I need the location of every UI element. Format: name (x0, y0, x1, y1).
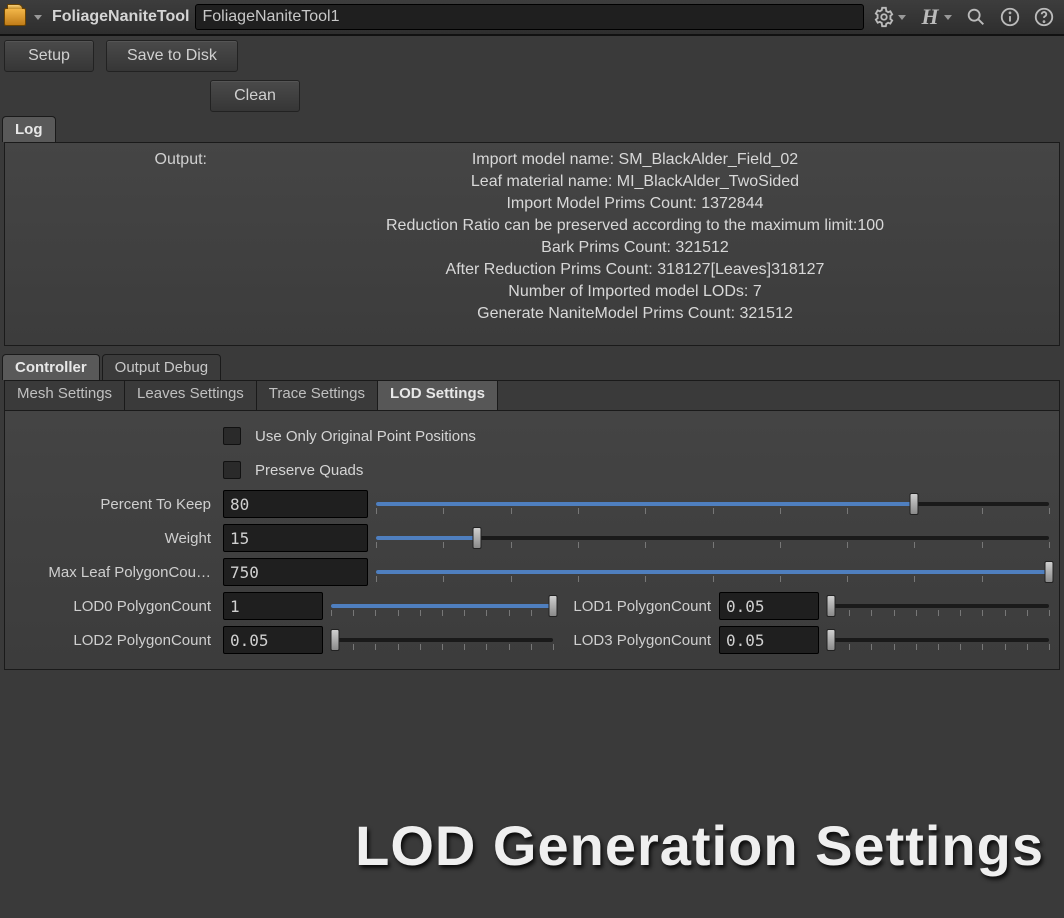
max-leaf-polycount-label: Max Leaf PolygonCou… (15, 564, 215, 581)
param-max-leaf-polycount: Max Leaf PolygonCou… (15, 555, 1049, 589)
lod2-polycount-label: LOD2 PolygonCount (15, 632, 215, 649)
tab-log[interactable]: Log (2, 116, 56, 142)
log-line: Number of Imported model LODs: 7 (215, 281, 1055, 303)
save-to-disk-button[interactable]: Save to Disk (106, 40, 238, 72)
controller-tab-strip: Controller Output Debug (0, 354, 1064, 380)
percent-to-keep-label: Percent To Keep (15, 496, 215, 513)
search-icon[interactable] (962, 3, 990, 31)
max-leaf-polycount-slider[interactable] (376, 558, 1049, 586)
lod3-polycount-slider[interactable] (827, 626, 1049, 654)
node-type-dropdown-icon[interactable] (34, 15, 42, 20)
use-only-original-label: Use Only Original Point Positions (255, 428, 476, 445)
weight-input[interactable] (223, 524, 368, 552)
lod1-polycount-label: LOD1 PolygonCount (561, 598, 711, 615)
help-icon[interactable] (1030, 3, 1058, 31)
lod0-polycount-input[interactable] (223, 592, 323, 620)
log-line: Import Model Prims Count: 1372844 (215, 193, 1055, 215)
setup-button[interactable]: Setup (4, 40, 94, 72)
tab-mesh-settings[interactable]: Mesh Settings (5, 381, 125, 410)
param-lod2-lod3: LOD2 PolygonCount LOD3 PolygonCount (15, 623, 1049, 657)
lod-settings-params: Use Only Original Point Positions Preser… (5, 411, 1059, 669)
log-line: Reduction Ratio can be preserved accordi… (215, 215, 1055, 237)
log-output-lines: Import model name: SM_BlackAlder_Field_0… (215, 149, 1055, 325)
weight-slider[interactable] (376, 524, 1049, 552)
gear-icon[interactable] (870, 3, 898, 31)
info-icon[interactable] (996, 3, 1024, 31)
settings-tab-strip: Mesh Settings Leaves Settings Trace Sett… (5, 381, 1059, 411)
log-panel: Output: Import model name: SM_BlackAlder… (4, 142, 1060, 346)
max-leaf-polycount-input[interactable] (223, 558, 368, 586)
clean-button[interactable]: Clean (210, 80, 300, 112)
param-use-only-original: Use Only Original Point Positions (15, 419, 1049, 453)
log-line: Leaf material name: MI_BlackAlder_TwoSid… (215, 171, 1055, 193)
toolbar-row-2: Clean (0, 76, 1064, 116)
tab-lod-settings[interactable]: LOD Settings (378, 381, 498, 410)
gear-dropdown-icon[interactable] (898, 15, 906, 20)
log-line: After Reduction Prims Count: 318127[Leav… (215, 259, 1055, 281)
lod3-polycount-label: LOD3 PolygonCount (561, 632, 711, 649)
tab-leaves-settings[interactable]: Leaves Settings (125, 381, 257, 410)
percent-to-keep-slider[interactable] (376, 490, 1049, 518)
node-type-label: FoliageNaniteTool (52, 8, 189, 26)
lod0-polycount-label: LOD0 PolygonCount (15, 598, 215, 615)
lod1-polycount-input[interactable] (719, 592, 819, 620)
log-output-label: Output: (9, 149, 209, 325)
lod1-polycount-slider[interactable] (827, 592, 1049, 620)
param-preserve-quads: Preserve Quads (15, 453, 1049, 487)
log-tab-strip: Log (0, 116, 1064, 142)
toolbar-row-1: Setup Save to Disk (0, 36, 1064, 76)
weight-label: Weight (15, 530, 215, 547)
param-weight: Weight (15, 521, 1049, 555)
h-dropdown-icon[interactable] (944, 15, 952, 20)
tab-controller[interactable]: Controller (2, 354, 100, 380)
log-line: Import model name: SM_BlackAlder_Field_0… (215, 149, 1055, 171)
lod2-polycount-input[interactable] (223, 626, 323, 654)
titlebar: FoliageNaniteTool H (0, 0, 1064, 36)
preserve-quads-label: Preserve Quads (255, 462, 363, 479)
percent-to-keep-input[interactable] (223, 490, 368, 518)
log-line: Generate NaniteModel Prims Count: 321512 (215, 303, 1055, 325)
houdini-h-icon[interactable]: H (916, 3, 944, 31)
node-type-icon[interactable] (4, 8, 26, 26)
node-name-input[interactable] (195, 4, 864, 30)
tab-trace-settings[interactable]: Trace Settings (257, 381, 378, 410)
preserve-quads-checkbox[interactable] (223, 461, 241, 479)
param-percent-to-keep: Percent To Keep (15, 487, 1049, 521)
controller-panel: Mesh Settings Leaves Settings Trace Sett… (4, 380, 1060, 670)
lod0-polycount-slider[interactable] (331, 592, 553, 620)
tab-output-debug[interactable]: Output Debug (102, 354, 221, 380)
use-only-original-checkbox[interactable] (223, 427, 241, 445)
page-heading: LOD Generation Settings (355, 813, 1044, 878)
log-line: Bark Prims Count: 321512 (215, 237, 1055, 259)
param-lod0-lod1: LOD0 PolygonCount LOD1 PolygonCount (15, 589, 1049, 623)
lod2-polycount-slider[interactable] (331, 626, 553, 654)
lod3-polycount-input[interactable] (719, 626, 819, 654)
